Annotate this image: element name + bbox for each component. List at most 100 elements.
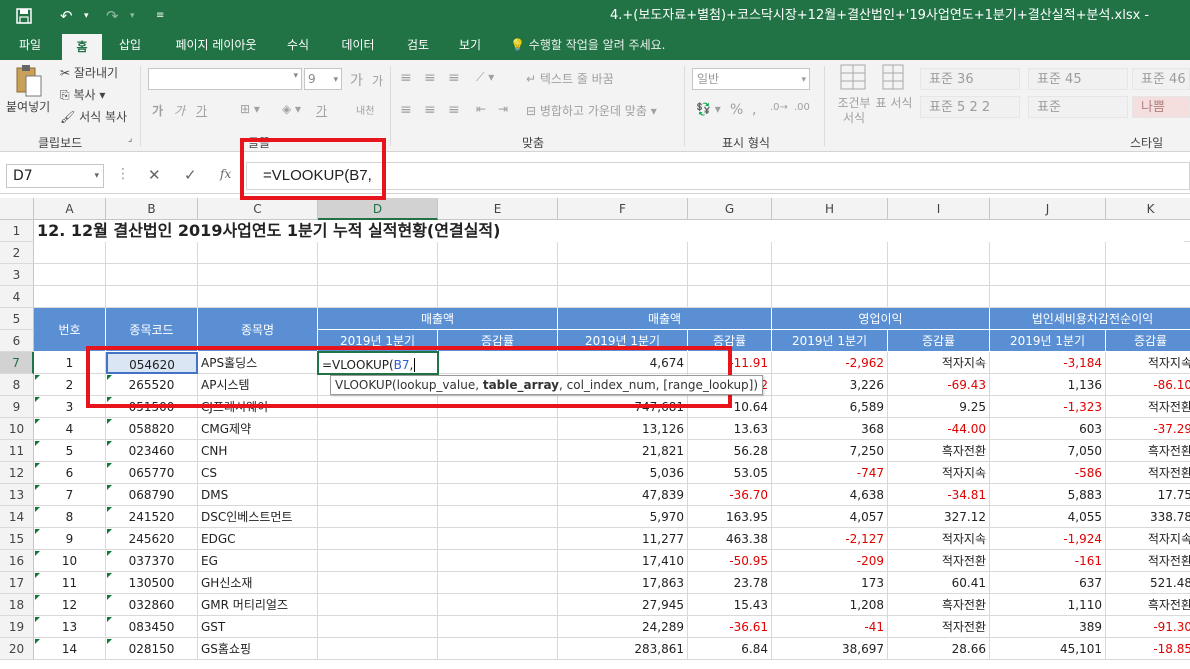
tab-view[interactable]: 보기 bbox=[448, 32, 492, 60]
cell-net-change[interactable]: -86.10 bbox=[1106, 374, 1190, 396]
row-header[interactable]: 5 bbox=[0, 308, 34, 330]
cell-net-income[interactable]: 4,055 bbox=[990, 506, 1106, 528]
cell-sales-change-e[interactable] bbox=[438, 418, 558, 440]
cell-no[interactable]: 8 bbox=[34, 506, 106, 528]
comma-button[interactable]: , bbox=[752, 102, 756, 118]
cell-net-change[interactable]: 적자지속 bbox=[1106, 528, 1190, 550]
cell-net-income[interactable]: -1,323 bbox=[990, 396, 1106, 418]
percent-button[interactable]: % bbox=[730, 102, 743, 118]
select-all-corner[interactable] bbox=[0, 198, 34, 220]
cell-op-change[interactable]: 흑자전환 bbox=[888, 594, 990, 616]
cell-sales[interactable]: 283,861 bbox=[558, 638, 688, 660]
cell-net-income[interactable]: -3,184 bbox=[990, 352, 1106, 374]
cell-no[interactable]: 3 bbox=[34, 396, 106, 418]
cell-sales-change[interactable]: -36.61 bbox=[688, 616, 772, 638]
phonetic-button[interactable]: 내천 bbox=[356, 102, 374, 117]
cell-sales-change[interactable]: 6.84 bbox=[688, 638, 772, 660]
cell-net-change[interactable]: 흑자전환 bbox=[1106, 594, 1190, 616]
currency-icon[interactable]: 💱 ▾ bbox=[696, 102, 721, 116]
cell-code[interactable]: 068790 bbox=[106, 484, 198, 506]
cell-op-income[interactable]: 6,589 bbox=[772, 396, 888, 418]
redo-dropdown-icon[interactable]: ▾ bbox=[130, 0, 135, 32]
format-as-table-icon[interactable] bbox=[882, 64, 904, 93]
font-color-button[interactable]: 가 bbox=[316, 102, 327, 119]
row-header[interactable]: 15 bbox=[0, 528, 34, 550]
grid-cell[interactable] bbox=[688, 286, 772, 308]
cell-code[interactable]: 032860 bbox=[106, 594, 198, 616]
cell-op-income[interactable]: -747 bbox=[772, 462, 888, 484]
borders-icon[interactable]: ⊞ ▾ bbox=[240, 102, 260, 116]
grid-cell[interactable] bbox=[106, 242, 198, 264]
orientation-icon[interactable]: ⟋ ▾ bbox=[476, 70, 494, 85]
font-size-box[interactable]: 9 ▾ bbox=[304, 68, 342, 90]
row-header[interactable]: 9 bbox=[0, 396, 34, 418]
cell-code[interactable]: 037370 bbox=[106, 550, 198, 572]
cell-no[interactable]: 7 bbox=[34, 484, 106, 506]
bold-button[interactable]: 가 bbox=[152, 102, 163, 119]
cell-net-change[interactable]: 521.48 bbox=[1106, 572, 1190, 594]
grid-cell[interactable] bbox=[198, 286, 318, 308]
cell-net-change[interactable]: 적자전환 bbox=[1106, 396, 1190, 418]
cell-code[interactable]: 023460 bbox=[106, 440, 198, 462]
grid-cell[interactable] bbox=[990, 264, 1106, 286]
cell-sales[interactable]: 17,410 bbox=[558, 550, 688, 572]
column-header-j[interactable]: J bbox=[990, 198, 1106, 220]
cell-no[interactable]: 13 bbox=[34, 616, 106, 638]
grid-cell[interactable] bbox=[688, 264, 772, 286]
cell-net-income[interactable]: -586 bbox=[990, 462, 1106, 484]
cell-code[interactable]: 265520 bbox=[106, 374, 198, 396]
cell-code[interactable]: 058820 bbox=[106, 418, 198, 440]
cell-net-income[interactable]: 637 bbox=[990, 572, 1106, 594]
grid-cell[interactable] bbox=[558, 242, 688, 264]
cell-sales[interactable]: 747,681 bbox=[558, 396, 688, 418]
cell-net-change[interactable]: 흑자전환 bbox=[1106, 440, 1190, 462]
row-header[interactable]: 16 bbox=[0, 550, 34, 572]
increase-indent-icon[interactable]: ⇥ bbox=[498, 102, 508, 116]
font-name-box[interactable]: ▾ bbox=[148, 68, 302, 90]
cell-net-change[interactable]: -18.85 bbox=[1106, 638, 1190, 660]
cell-name[interactable]: GMR 머티리얼즈 bbox=[198, 594, 318, 616]
format-painter-button[interactable]: 🖌 서식 복사 bbox=[60, 108, 127, 125]
align-top-icon[interactable]: ≡ bbox=[400, 70, 412, 86]
cell-code[interactable]: 245620 bbox=[106, 528, 198, 550]
cell-net-income[interactable]: 45,101 bbox=[990, 638, 1106, 660]
enter-button[interactable]: ✓ bbox=[184, 166, 197, 184]
cell-net-income[interactable]: 1,136 bbox=[990, 374, 1106, 396]
cell-op-change[interactable]: 적자전환 bbox=[888, 616, 990, 638]
cell-sales-change[interactable]: 13.63 bbox=[688, 418, 772, 440]
paste-button[interactable]: 붙여넣기 bbox=[6, 98, 50, 115]
cell-sales-2019[interactable] bbox=[318, 638, 438, 660]
cell-net-income[interactable]: -161 bbox=[990, 550, 1106, 572]
row-header[interactable]: 4 bbox=[0, 286, 34, 308]
row-header[interactable]: 6 bbox=[0, 330, 34, 352]
cell-sales-change-e[interactable] bbox=[438, 396, 558, 418]
cell-op-change[interactable]: 9.25 bbox=[888, 396, 990, 418]
row-header[interactable]: 10 bbox=[0, 418, 34, 440]
grid-cell[interactable] bbox=[198, 242, 318, 264]
cell-sales-change-e[interactable] bbox=[438, 638, 558, 660]
cell-no[interactable]: 12 bbox=[34, 594, 106, 616]
cell-sales-change[interactable]: -50.95 bbox=[688, 550, 772, 572]
decrease-indent-icon[interactable]: ⇤ bbox=[476, 102, 486, 116]
grid-cell[interactable] bbox=[990, 286, 1106, 308]
row-header[interactable]: 2 bbox=[0, 242, 34, 264]
cell-net-income[interactable]: 7,050 bbox=[990, 440, 1106, 462]
column-header-h[interactable]: H bbox=[772, 198, 888, 220]
cell-sales-change[interactable]: 463.38 bbox=[688, 528, 772, 550]
cell-net-change[interactable]: 적자지속 bbox=[1106, 352, 1190, 374]
increase-decimal-icon[interactable]: .0→ bbox=[770, 102, 788, 113]
dialog-launcher-icon[interactable]: ⌟ bbox=[128, 134, 132, 144]
redo-icon[interactable]: ↷ bbox=[106, 0, 119, 32]
grid-cell[interactable] bbox=[106, 264, 198, 286]
cell-sales-change-e[interactable] bbox=[438, 594, 558, 616]
row-header[interactable]: 18 bbox=[0, 594, 34, 616]
insert-function-button[interactable]: fx bbox=[220, 167, 231, 181]
row-header[interactable]: 19 bbox=[0, 616, 34, 638]
cell-no[interactable]: 6 bbox=[34, 462, 106, 484]
cell-no[interactable]: 4 bbox=[34, 418, 106, 440]
cell-no[interactable]: 1 bbox=[34, 352, 106, 374]
column-header-b[interactable]: B bbox=[106, 198, 198, 220]
undo-icon[interactable]: ↶ bbox=[60, 0, 73, 32]
cell-sales-change-e[interactable] bbox=[438, 506, 558, 528]
grid-cell[interactable] bbox=[888, 242, 990, 264]
